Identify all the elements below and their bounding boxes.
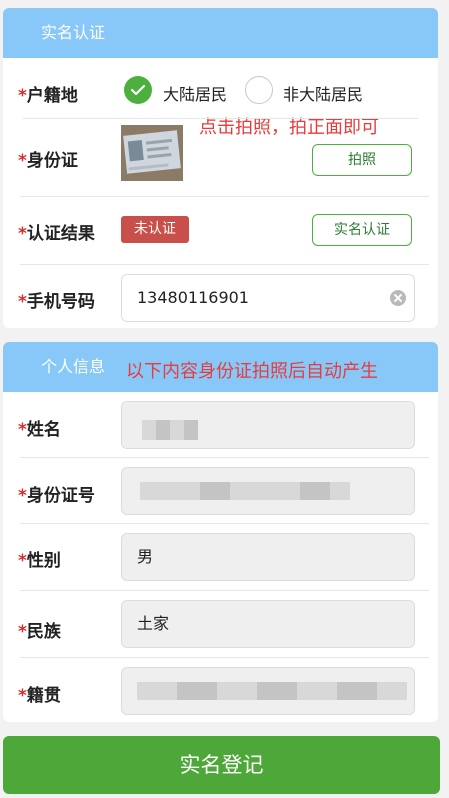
id-number-label: *身份证号: [18, 486, 95, 506]
radio-mainland-checked[interactable]: [124, 76, 152, 104]
result-label: *认证结果: [18, 224, 95, 244]
ethnicity-label: *民族: [18, 622, 61, 642]
redacted-mask: [257, 682, 297, 700]
id-number-field[interactable]: [121, 467, 415, 515]
radio-non-mainland[interactable]: [245, 76, 273, 104]
divider: [23, 118, 418, 119]
photo-hint: 点击拍照，拍正面即可: [199, 117, 379, 138]
redacted-mask: [142, 420, 156, 440]
redacted-mask: [156, 420, 170, 440]
ethnicity-field[interactable]: 土家: [121, 600, 415, 648]
divider: [20, 264, 429, 265]
verify-section-title: 实名认证: [3, 8, 438, 58]
divider: [20, 590, 429, 591]
personal-card: 个人信息: [3, 342, 438, 722]
submit-button[interactable]: 实名登记: [3, 736, 440, 794]
status-badge: 未认证: [121, 216, 189, 243]
radio-non-mainland-label[interactable]: 非大陆居民: [283, 81, 363, 105]
auto-fill-hint: 以下内容身份证拍照后自动产生: [126, 361, 378, 382]
redacted-mask: [184, 420, 198, 440]
name-field[interactable]: [121, 401, 415, 449]
divider: [20, 657, 429, 658]
redacted-mask: [200, 482, 230, 500]
redacted-mask: [297, 682, 337, 700]
redacted-mask: [177, 682, 217, 700]
redacted-mask: [170, 420, 184, 440]
redacted-mask: [330, 482, 350, 500]
redacted-mask: [337, 682, 377, 700]
redacted-mask: [377, 682, 407, 700]
take-photo-button[interactable]: 拍照: [312, 144, 412, 176]
native-place-field[interactable]: [121, 667, 415, 715]
phone-value: 13480116901: [137, 288, 249, 307]
divider: [20, 523, 429, 524]
ethnicity-value: 土家: [137, 614, 170, 633]
gender-label: *性别: [18, 551, 61, 571]
clear-icon[interactable]: [390, 290, 406, 306]
native-place-label: *籍贯: [18, 686, 61, 706]
divider: [20, 457, 429, 458]
id-card-photo-thumbnail[interactable]: [121, 125, 183, 181]
phone-label: *手机号码: [18, 292, 95, 312]
check-icon: [130, 84, 146, 96]
required-mark: *: [18, 86, 27, 106]
redacted-mask: [140, 482, 200, 500]
hukou-label: *户籍地: [18, 86, 78, 106]
redacted-mask: [300, 482, 330, 500]
redacted-mask: [217, 682, 257, 700]
divider: [20, 196, 429, 197]
redacted-mask: [230, 482, 300, 500]
radio-mainland-label[interactable]: 大陆居民: [163, 81, 227, 105]
redacted-mask: [137, 682, 177, 700]
id-card-label: *身份证: [18, 151, 78, 171]
name-label: *姓名: [18, 420, 61, 440]
gender-value: 男: [137, 547, 154, 566]
verify-button[interactable]: 实名认证: [312, 214, 412, 246]
gender-field[interactable]: 男: [121, 533, 415, 581]
phone-input[interactable]: 13480116901: [121, 274, 415, 322]
